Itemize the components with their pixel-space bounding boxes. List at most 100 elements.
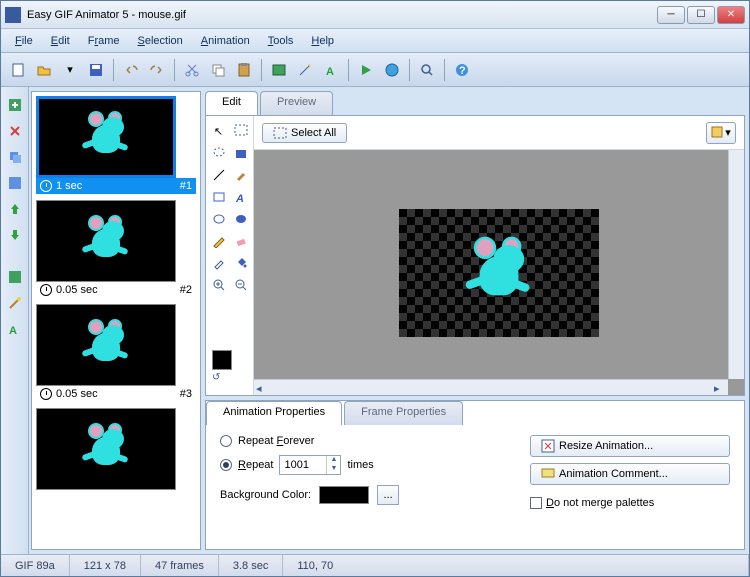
tab-frame-properties[interactable]: Frame Properties xyxy=(344,401,463,425)
merge-palettes-checkbox[interactable] xyxy=(530,497,542,509)
vertical-scrollbar[interactable] xyxy=(728,150,744,379)
menu-edit[interactable]: Edit xyxy=(43,32,78,50)
animation-comment-button[interactable]: Animation Comment... xyxy=(530,463,730,485)
menu-frame[interactable]: Frame xyxy=(80,32,128,50)
bucket-icon[interactable] xyxy=(232,254,250,272)
lasso-icon[interactable] xyxy=(210,144,228,162)
filled-ellipse-icon[interactable] xyxy=(232,210,250,228)
radio-repeat[interactable] xyxy=(220,459,232,471)
cut-icon[interactable] xyxy=(181,59,203,81)
marquee-icon[interactable] xyxy=(232,122,250,140)
pencil-icon[interactable] xyxy=(210,232,228,250)
radio-repeat-forever[interactable] xyxy=(220,435,232,447)
brush-icon[interactable] xyxy=(232,166,250,184)
text-tool-icon[interactable]: A xyxy=(5,319,25,339)
statusbar: GIF 89a 121 x 78 47 frames 3.8 sec 110, … xyxy=(1,554,749,576)
repeat-count-spinner[interactable]: ▲▼ xyxy=(279,455,341,475)
add-frame-icon[interactable] xyxy=(5,95,25,115)
canvas-viewport[interactable]: ◂▸ xyxy=(254,150,744,395)
image-icon[interactable] xyxy=(268,59,290,81)
bg-color-picker-button[interactable]: ... xyxy=(377,485,399,505)
ellipse-icon[interactable] xyxy=(210,210,228,228)
canvas[interactable] xyxy=(399,209,599,337)
foreground-color[interactable] xyxy=(212,350,232,370)
menu-selection[interactable]: Selection xyxy=(130,32,191,50)
open-icon[interactable] xyxy=(33,59,55,81)
status-format: GIF 89a xyxy=(1,555,70,576)
wizard-icon[interactable] xyxy=(294,59,316,81)
duplicate-icon[interactable] xyxy=(5,147,25,167)
spin-up-icon[interactable]: ▲ xyxy=(327,456,340,465)
eyedropper-icon[interactable] xyxy=(210,254,228,272)
menu-animation[interactable]: Animation xyxy=(193,32,258,50)
save-icon[interactable] xyxy=(85,59,107,81)
status-position: 110, 70 xyxy=(283,555,749,576)
repeat-count-input[interactable] xyxy=(280,456,326,474)
text-icon[interactable]: A xyxy=(232,188,250,206)
clock-icon xyxy=(40,388,52,400)
svg-text:?: ? xyxy=(459,65,466,77)
pointer-icon[interactable]: ↖ xyxy=(210,122,228,140)
minimize-button[interactable]: ─ xyxy=(657,6,685,24)
frames-list[interactable]: 1 sec #1 0.05 sec#2 0.05 sec#3 xyxy=(31,91,201,550)
eraser-icon[interactable] xyxy=(232,232,250,250)
status-dimensions: 121 x 78 xyxy=(70,555,141,576)
insert-icon[interactable] xyxy=(5,173,25,193)
window-title: Easy GIF Animator 5 - mouse.gif xyxy=(27,9,657,21)
move-down-icon[interactable] xyxy=(5,225,25,245)
drawing-tools: ↖ A ↺ xyxy=(206,116,254,395)
svg-text:A: A xyxy=(9,325,17,337)
copy-icon[interactable] xyxy=(207,59,229,81)
new-icon[interactable] xyxy=(7,59,29,81)
dropdown-icon[interactable]: ▾ xyxy=(59,59,81,81)
effects-icon[interactable] xyxy=(5,267,25,287)
options-dropdown[interactable]: ▾ xyxy=(706,122,736,144)
status-frames: 47 frames xyxy=(141,555,219,576)
wand-icon[interactable] xyxy=(5,293,25,313)
zoom-out-icon[interactable] xyxy=(232,276,250,294)
main-toolbar: ▾ A ? xyxy=(1,53,749,87)
app-icon xyxy=(5,7,21,23)
clock-icon xyxy=(40,284,52,296)
menu-file[interactable]: File xyxy=(7,32,41,50)
delete-frame-icon[interactable] xyxy=(5,121,25,141)
frame-number: #2 xyxy=(180,284,192,296)
spin-down-icon[interactable]: ▼ xyxy=(327,465,340,474)
svg-text:A: A xyxy=(235,193,244,204)
frame-thumb[interactable]: 1 sec #1 xyxy=(36,96,196,194)
help-icon[interactable]: ? xyxy=(451,59,473,81)
rect-icon[interactable] xyxy=(210,188,228,206)
move-up-icon[interactable] xyxy=(5,199,25,219)
bg-color-swatch[interactable] xyxy=(319,486,369,504)
fill-icon[interactable] xyxy=(232,144,250,162)
merge-palettes-label: Do not merge palettes xyxy=(546,497,654,509)
tab-animation-properties[interactable]: Animation Properties xyxy=(206,401,342,425)
zoom-icon[interactable] xyxy=(416,59,438,81)
frame-number: #1 xyxy=(180,180,192,192)
browser-icon[interactable] xyxy=(381,59,403,81)
frame-delay: 1 sec xyxy=(56,180,82,192)
frame-number: #3 xyxy=(180,388,192,400)
horizontal-scrollbar[interactable]: ◂▸ xyxy=(254,379,728,395)
tab-edit[interactable]: Edit xyxy=(205,91,258,115)
frame-thumb[interactable]: 0.05 sec#2 xyxy=(36,200,196,298)
swap-colors-icon[interactable]: ↺ xyxy=(212,372,247,383)
line-icon[interactable] xyxy=(210,166,228,184)
play-icon[interactable] xyxy=(355,59,377,81)
maximize-button[interactable]: ☐ xyxy=(687,6,715,24)
zoom-in-icon[interactable] xyxy=(210,276,228,294)
side-toolbar: A xyxy=(1,87,29,554)
close-button[interactable]: ✕ xyxy=(717,6,745,24)
frame-thumb[interactable]: 0.05 sec#3 xyxy=(36,304,196,402)
tab-preview[interactable]: Preview xyxy=(260,91,333,115)
frame-thumb[interactable] xyxy=(36,408,196,490)
menu-tools[interactable]: Tools xyxy=(260,32,302,50)
menu-help[interactable]: Help xyxy=(303,32,342,50)
status-duration: 3.8 sec xyxy=(219,555,283,576)
select-all-button[interactable]: Select All xyxy=(262,123,347,143)
paste-icon[interactable] xyxy=(233,59,255,81)
undo-icon[interactable] xyxy=(120,59,142,81)
text-icon[interactable]: A xyxy=(320,59,342,81)
redo-icon[interactable] xyxy=(146,59,168,81)
resize-animation-button[interactable]: Resize Animation... xyxy=(530,435,730,457)
